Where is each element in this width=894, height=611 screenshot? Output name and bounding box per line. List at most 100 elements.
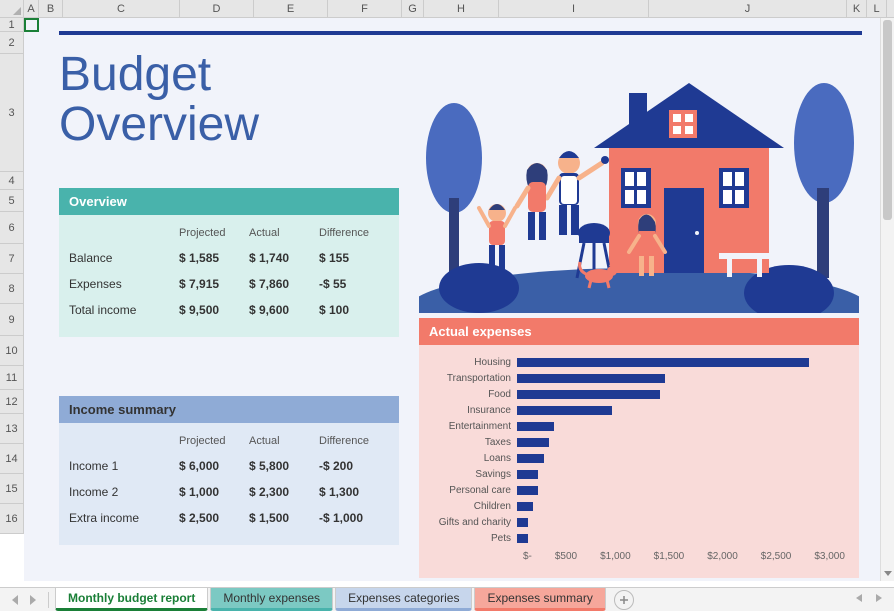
column-header-K[interactable]: K: [847, 0, 867, 17]
chart-bar-row: Personal care: [425, 483, 843, 498]
chart-bar: [517, 454, 544, 463]
chart-bar-row: Insurance: [425, 403, 843, 418]
column-header-E[interactable]: E: [254, 0, 328, 17]
row-header-4[interactable]: 4: [0, 172, 23, 190]
overview-card: Overview Projected Actual Difference Bal…: [59, 188, 399, 337]
chart-bar: [517, 470, 538, 479]
col-projected: Projected: [179, 227, 249, 239]
chart-bar-row: Taxes: [425, 435, 843, 450]
chart-category-label: Loans: [425, 453, 517, 464]
row-header-14[interactable]: 14: [0, 444, 23, 474]
overview-rows: Balance$ 1,585$ 1,740$ 155 Expenses$ 7,91…: [69, 245, 389, 323]
col-projected: Projected: [179, 435, 249, 447]
sheet-tab[interactable]: Expenses categories: [335, 588, 472, 611]
column-header-H[interactable]: H: [424, 0, 499, 17]
table-row: Extra income$ 2,500$ 1,500-$ 1,000: [69, 505, 389, 531]
chart-bar-row: Housing: [425, 355, 843, 370]
chart-bar: [517, 518, 528, 527]
income-summary-card: Income summary Projected Actual Differen…: [59, 396, 399, 545]
cell-actual: $ 9,600: [249, 303, 319, 317]
cell-projected: $ 6,000: [179, 459, 249, 473]
vertical-scrollbar[interactable]: [880, 18, 894, 581]
column-header-L[interactable]: L: [867, 0, 887, 17]
chart-category-label: Food: [425, 389, 517, 400]
cell-projected: $ 9,500: [179, 303, 249, 317]
row-header-7[interactable]: 7: [0, 244, 23, 274]
chart-bar: [517, 374, 665, 383]
table-row: Expenses$ 7,915$ 7,860-$ 55: [69, 271, 389, 297]
cell-projected: $ 1,585: [179, 251, 249, 265]
tab-nav-prev-icon[interactable]: [6, 591, 24, 609]
chart-bar: [517, 422, 554, 431]
sheet-tab[interactable]: Expenses summary: [474, 588, 605, 611]
row-header-1[interactable]: 1: [0, 18, 23, 32]
sheet-tab[interactable]: Monthly expenses: [210, 588, 333, 611]
axis-tick-label: $1,500: [654, 551, 685, 562]
income-header: Income summary: [59, 396, 399, 423]
row-header-8[interactable]: 8: [0, 274, 23, 304]
row-header-6[interactable]: 6: [0, 212, 23, 244]
chart-category-label: Children: [425, 501, 517, 512]
chart-category-label: Entertainment: [425, 421, 517, 432]
worksheet-canvas[interactable]: Budget Overview: [24, 18, 880, 581]
column-header-D[interactable]: D: [180, 0, 254, 17]
cell-projected: $ 1,000: [179, 485, 249, 499]
row-label: Expenses: [69, 277, 179, 291]
axis-tick-label: $2,500: [761, 551, 792, 562]
row-header-11[interactable]: 11: [0, 366, 23, 390]
chart-category-label: Pets: [425, 533, 517, 544]
cell-difference: $ 155: [319, 251, 389, 265]
overview-header: Overview: [59, 188, 399, 215]
chart-category-label: Insurance: [425, 405, 517, 416]
sheet-tab[interactable]: Monthly budget report: [55, 588, 208, 611]
row-header-5[interactable]: 5: [0, 190, 23, 212]
chart-bar-row: Savings: [425, 467, 843, 482]
row-header-9[interactable]: 9: [0, 304, 23, 336]
table-row: Income 1$ 6,000$ 5,800-$ 200: [69, 453, 389, 479]
row-header-10[interactable]: 10: [0, 336, 23, 366]
row-header-16[interactable]: 16: [0, 504, 23, 534]
chart-bar: [517, 358, 809, 367]
cell-projected: $ 7,915: [179, 277, 249, 291]
tab-nav-next-icon[interactable]: [24, 591, 42, 609]
row-header-13[interactable]: 13: [0, 414, 23, 444]
column-header-J[interactable]: J: [649, 0, 847, 17]
cell-actual: $ 1,500: [249, 511, 319, 525]
column-header-C[interactable]: C: [63, 0, 180, 17]
row-label: Balance: [69, 251, 179, 265]
cell-difference: -$ 55: [319, 277, 389, 291]
chart-header: Actual expenses: [419, 318, 859, 345]
chart-bar-row: Transportation: [425, 371, 843, 386]
chart-bar: [517, 486, 538, 495]
table-row: Total income$ 9,500$ 9,600$ 100: [69, 297, 389, 323]
row-header-12[interactable]: 12: [0, 390, 23, 414]
chart-category-label: Transportation: [425, 373, 517, 384]
sheet-tabs-bar: Monthly budget reportMonthly expensesExp…: [0, 587, 894, 611]
row-header-2[interactable]: 2: [0, 32, 23, 54]
cell-projected: $ 2,500: [179, 511, 249, 525]
column-header-G[interactable]: G: [402, 0, 424, 17]
row-label: Total income: [69, 303, 179, 317]
chart-bar-row: Children: [425, 499, 843, 514]
column-header-F[interactable]: F: [328, 0, 402, 17]
chart-category-label: Housing: [425, 357, 517, 368]
column-header-A[interactable]: A: [24, 0, 39, 17]
column-header-I[interactable]: I: [499, 0, 649, 17]
add-sheet-button[interactable]: [614, 590, 634, 610]
chart-bar: [517, 390, 660, 399]
axis-tick-label: $3,000: [814, 551, 845, 562]
row-header-3[interactable]: 3: [0, 54, 23, 172]
hscroll-right-icon[interactable]: [874, 592, 890, 608]
select-all-corner[interactable]: [0, 0, 24, 18]
column-header-B[interactable]: B: [39, 0, 63, 17]
row-header-15[interactable]: 15: [0, 474, 23, 504]
cell-actual: $ 2,300: [249, 485, 319, 499]
row-label: Income 2: [69, 485, 179, 499]
chart-category-label: Savings: [425, 469, 517, 480]
scrollbar-thumb[interactable]: [883, 20, 892, 220]
cell-actual: $ 1,740: [249, 251, 319, 265]
chart-bar-row: Food: [425, 387, 843, 402]
scroll-down-icon[interactable]: [883, 567, 892, 579]
separator: [48, 592, 49, 608]
hscroll-left-icon[interactable]: [854, 592, 870, 608]
